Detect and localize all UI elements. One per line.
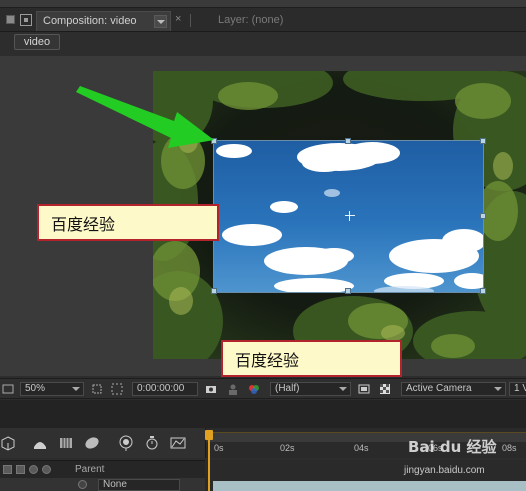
close-icon[interactable]: ×	[175, 13, 181, 25]
zoom-select[interactable]: 50%	[20, 382, 84, 396]
solo-switch-icon[interactable]	[29, 465, 38, 474]
viewer-control-bar: 50% 0:00:00:00 (Half) Active Camera 1 V	[0, 378, 526, 399]
playhead-icon[interactable]	[205, 430, 213, 491]
transform-handle-tc[interactable]	[345, 138, 351, 144]
camera-view-select[interactable]: Active Camera	[401, 382, 506, 396]
draft3d-icon[interactable]	[32, 435, 48, 451]
resolution-select[interactable]: (Half)	[270, 382, 351, 396]
view-layout-select[interactable]: 1 V	[509, 382, 526, 396]
anchor-point-icon[interactable]	[345, 211, 355, 221]
parent-select[interactable]: None	[98, 479, 180, 491]
channel-icon[interactable]	[248, 383, 260, 395]
person-icon[interactable]	[227, 383, 239, 395]
layer-column-header: Parent	[0, 460, 205, 478]
watermark-logo: Bai du 经验	[408, 438, 497, 456]
timeline-toolbar	[0, 428, 205, 458]
frame-blend-icon[interactable]	[58, 435, 74, 451]
timer-icon[interactable]	[144, 435, 160, 451]
panel-tab-bar: Composition: video × Layer: (none)	[0, 8, 526, 32]
composition-icon	[20, 14, 32, 26]
ruler-tick: 04s	[354, 443, 369, 453]
safe-zones-icon[interactable]	[111, 383, 123, 395]
tab-composition[interactable]: Composition: video	[36, 11, 171, 31]
pickwhip-icon[interactable]	[78, 480, 87, 489]
region-icon[interactable]	[2, 383, 14, 395]
grid-icon[interactable]	[358, 383, 370, 395]
motion-blur-icon[interactable]	[84, 435, 100, 451]
video-switch-icon[interactable]	[3, 465, 12, 474]
ruler-tick: 02s	[280, 443, 295, 453]
watermark: Bai du 经验 jingyan.baidu.com	[404, 434, 522, 486]
transform-handle-tr[interactable]	[480, 138, 486, 144]
ruler-tick: 0s	[214, 443, 224, 453]
lock-switch-icon[interactable]	[42, 465, 51, 474]
tab-composition-label: Composition: video	[43, 15, 137, 27]
tab-divider	[190, 14, 191, 27]
timecode-field[interactable]: 0:00:00:00	[132, 382, 198, 396]
tab-layer[interactable]: Layer: (none)	[218, 14, 283, 26]
transform-handle-br[interactable]	[480, 288, 486, 294]
transform-handle-tl[interactable]	[211, 138, 217, 144]
watermark-url: jingyan.baidu.com	[404, 465, 485, 476]
graph-editor-icon[interactable]	[170, 435, 186, 451]
cube-icon[interactable]	[0, 435, 16, 451]
transform-handle-mr[interactable]	[480, 213, 486, 219]
composition-navigator-chip[interactable]: video	[14, 34, 60, 50]
transform-handle-bc[interactable]	[345, 288, 351, 294]
fit-icon[interactable]	[91, 383, 103, 395]
audio-switch-icon[interactable]	[16, 465, 25, 474]
tab-menu-dropdown[interactable]	[154, 15, 167, 28]
annotation-label-2: 百度经验	[221, 340, 402, 377]
brainstorm-icon[interactable]	[118, 435, 134, 451]
top-strip	[0, 0, 526, 8]
lock-icon[interactable]	[6, 15, 15, 24]
transparency-icon[interactable]	[379, 383, 391, 395]
annotation-label-1: 百度经验	[37, 204, 219, 241]
snapshot-icon[interactable]	[205, 383, 217, 395]
parent-column-header: Parent	[75, 464, 105, 475]
transform-handle-bl[interactable]	[211, 288, 217, 294]
layer-row[interactable]: None	[0, 478, 205, 491]
panel-divider	[0, 400, 526, 428]
